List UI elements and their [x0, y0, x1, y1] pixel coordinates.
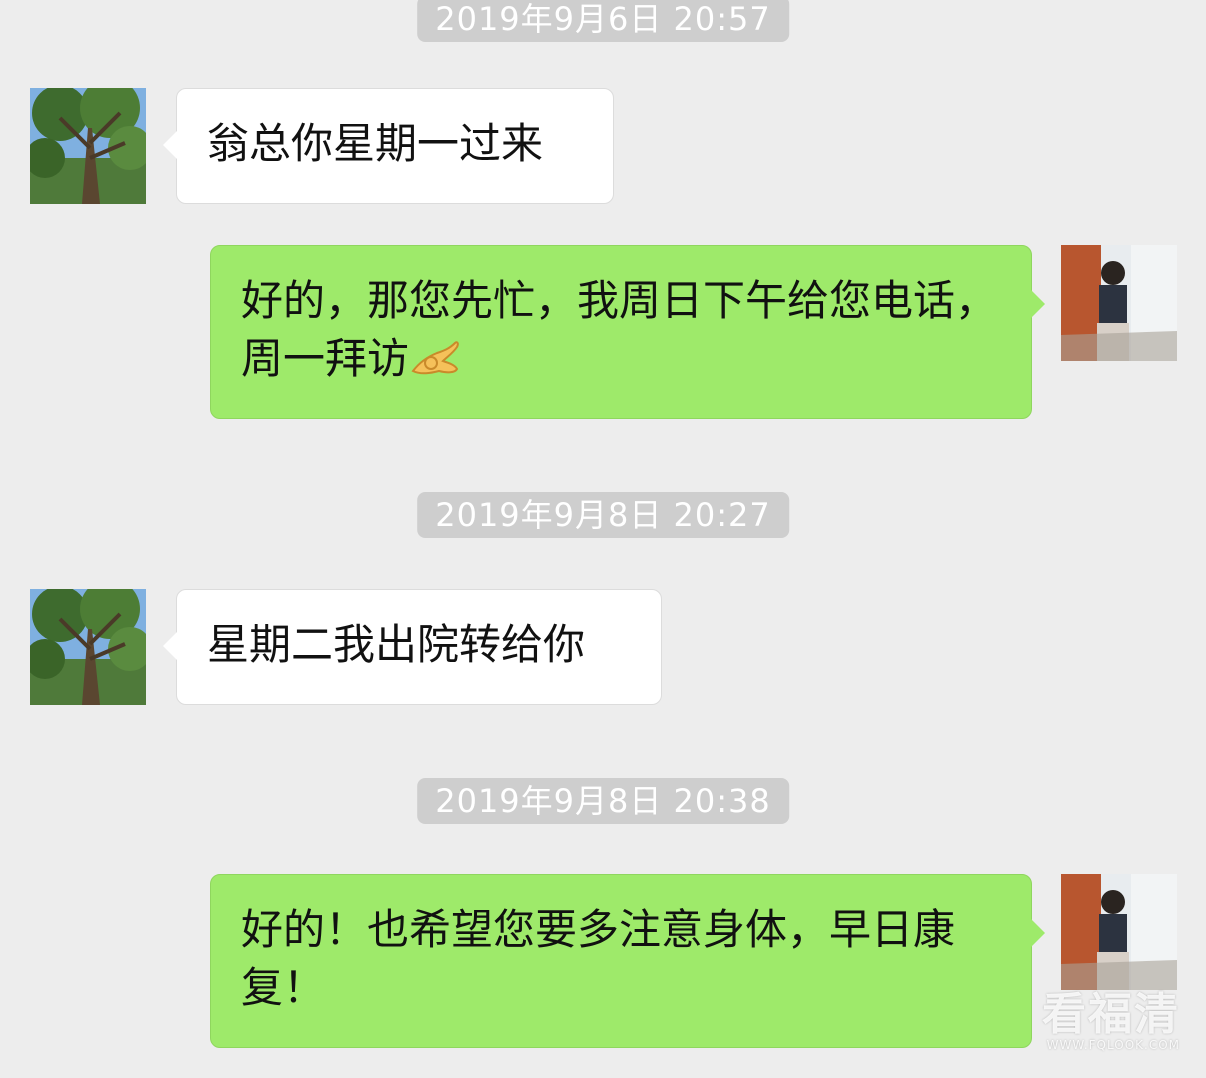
tree-photo-icon [30, 88, 146, 204]
contact-avatar[interactable] [30, 589, 146, 705]
timestamp-2: 2019年9月8日 20:27 [417, 492, 789, 538]
message-text: 星期二我出院转给你 [207, 620, 586, 669]
timestamp-3: 2019年9月8日 20:38 [417, 778, 789, 824]
incoming-message-2[interactable]: 星期二我出院转给你 [163, 589, 662, 705]
incoming-message-1[interactable]: 翁总你星期一过来 [163, 88, 614, 204]
outgoing-message-1[interactable]: 好的，那您先忙，我周日下午给您电话，周一拜访 [210, 245, 1045, 419]
timestamp-1: 2019年9月6日 20:57 [417, 0, 789, 42]
outgoing-message-2[interactable]: 好的！也希望您要多注意身体，早日康复！ [210, 874, 1045, 1048]
tree-photo-icon [30, 589, 146, 705]
watermark-url: WWW.FQLOOK.COM [1046, 1038, 1180, 1052]
message-text: 好的，那您先忙，我周日下午给您电话，周一拜访 [241, 276, 998, 383]
my-avatar[interactable] [1061, 874, 1177, 990]
person-photo-icon [1061, 245, 1177, 361]
message-text: 翁总你星期一过来 [207, 119, 544, 168]
contact-avatar[interactable] [30, 88, 146, 204]
watermark-logo-text: 看福清 [1042, 989, 1180, 1040]
ok-hand-emoji-icon [409, 333, 461, 379]
message-text: 好的！也希望您要多注意身体，早日康复！ [241, 905, 956, 1012]
my-avatar[interactable] [1061, 245, 1177, 361]
watermark: 看福清 WWW.FQLOOK.COM [1042, 989, 1180, 1053]
person-photo-icon [1061, 874, 1177, 990]
